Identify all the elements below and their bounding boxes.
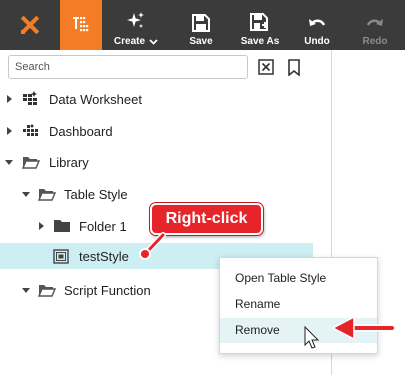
create-label: Create [113,36,146,47]
table-style-icon [52,248,70,264]
bookmark-button[interactable] [285,58,303,76]
tree-label-library: Library [49,154,89,170]
save-as-button[interactable]: Save As [234,0,286,50]
portal-button[interactable] [60,0,102,50]
chevron-down-icon [149,38,158,45]
folder-icon [53,218,71,234]
folder-open-icon [22,154,40,170]
tree-item-data-worksheet[interactable]: Data Worksheet [0,86,332,112]
undo-icon [309,19,326,26]
caret-down-icon [21,285,31,295]
bookmark-icon [288,58,300,76]
caret-right-icon [4,126,14,136]
menu-item-open-table-style[interactable]: Open Table Style [220,266,377,291]
save-icon [192,14,210,32]
redo-button[interactable]: Redo [354,0,396,50]
worksheet-icon [22,91,40,107]
tree-label-dashboard: Dashboard [49,123,113,139]
context-menu: Open Table Style Rename Remove [219,257,378,354]
redo-icon [366,19,383,26]
tree-label-table-style: Table Style [64,186,128,202]
caret-right-icon [4,94,14,104]
tree-item-library[interactable]: Library [0,149,332,175]
tree-item-dashboard[interactable]: Dashboard [0,118,332,144]
caret-down-icon [4,157,14,167]
undo-button[interactable]: Undo [296,0,338,50]
tree-label-script-function: Script Function [64,282,151,298]
caret-down-icon [21,189,31,199]
tree-label-data-worksheet: Data Worksheet [49,91,142,107]
undo-label: Undo [304,36,330,47]
search-input[interactable] [8,55,248,79]
folder-open-icon [38,186,56,202]
save-button[interactable]: Save [180,0,222,50]
redo-label: Redo [362,36,388,47]
save-label: Save [189,36,213,47]
tree-label-test-style: testStyle [79,248,129,264]
clear-filter-button[interactable] [257,58,275,76]
visualization-app-icon [73,17,89,32]
caret-right-icon [36,221,46,231]
right-click-callout: Right-click [150,203,263,235]
pencil-ruler-icon [20,15,40,35]
menu-item-remove[interactable]: Remove [220,318,377,343]
top-toolbar: Create Save Save As Undo Redo [0,0,405,50]
sparkle-icon [127,12,144,28]
close-box-icon [258,59,274,75]
folder-open-icon [38,282,56,298]
dashboard-icon [22,123,40,139]
save-as-label: Save As [240,36,280,47]
save-as-icon [250,13,268,31]
create-button[interactable]: Create [110,0,162,50]
menu-item-rename[interactable]: Rename [220,292,377,317]
app-logo[interactable] [0,0,60,50]
tree-label-folder-1: Folder 1 [79,218,127,234]
